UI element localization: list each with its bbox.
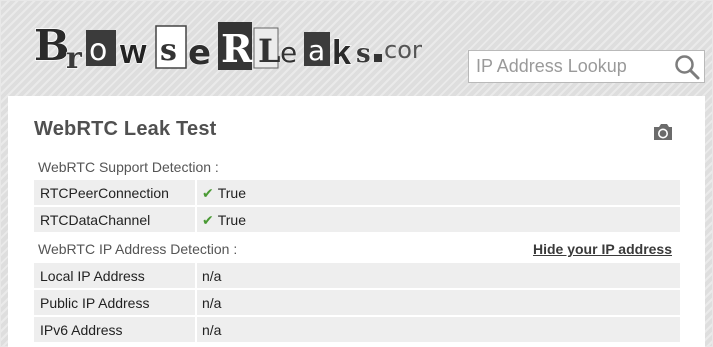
row-divider (195, 290, 197, 315)
table-row: Local IP Address n/a (34, 263, 680, 288)
hide-ip-link[interactable]: Hide your IP address (533, 241, 672, 257)
ip-section-label: WebRTC IP Address Detection : (38, 241, 238, 257)
search-icon[interactable] (674, 54, 700, 80)
check-icon: ✔ (202, 212, 214, 228)
row-value: n/a (202, 295, 222, 311)
check-icon: ✔ (202, 185, 214, 201)
ip-lookup-search (468, 50, 705, 83)
page-title: WebRTC Leak Test (34, 118, 217, 140)
row-divider (195, 180, 197, 205)
camera-icon[interactable] (652, 122, 674, 142)
svg-text:r: r (66, 41, 83, 76)
table-row: Public IP Address n/a (34, 290, 680, 315)
row-divider (195, 263, 197, 288)
row-divider (195, 207, 197, 232)
row-value: ✔ True (202, 212, 246, 229)
row-value-text: True (217, 185, 247, 201)
svg-text:L: L (258, 32, 281, 70)
row-key: Local IP Address (40, 268, 145, 284)
row-key: RTCDataChannel (40, 212, 151, 228)
row-value: n/a (202, 322, 222, 338)
svg-text:w: w (119, 33, 147, 71)
svg-text:com: com (384, 36, 422, 64)
svg-text:s: s (356, 39, 371, 69)
row-key: RTCPeerConnection (40, 185, 169, 201)
row-key: Public IP Address (40, 295, 150, 311)
site-logo-graphic: B r o w s e R L e a k s com (33, 20, 422, 76)
svg-text:k: k (332, 34, 351, 72)
svg-text:B: B (34, 21, 70, 70)
table-row: RTCDataChannel ✔ True (34, 207, 680, 232)
svg-text:s: s (160, 33, 177, 68)
row-key: IPv6 Address (40, 322, 123, 338)
table-row: RTCPeerConnection ✔ True (34, 180, 680, 205)
row-value-text: True (217, 212, 247, 228)
svg-text:a: a (308, 34, 325, 67)
svg-text:e: e (188, 33, 211, 73)
svg-text:e: e (280, 36, 297, 69)
page: B r o w s e R L e a k s com (0, 0, 713, 347)
site-logo[interactable]: B r o w s e R L e a k s com (32, 8, 422, 80)
main-panel: WebRTC Leak Test WebRTC Support Detectio… (8, 96, 705, 347)
table-row: IPv6 Address n/a (34, 317, 680, 342)
row-value: ✔ True (202, 185, 246, 202)
svg-text:o: o (89, 33, 107, 68)
svg-text:R: R (221, 26, 253, 71)
row-value: n/a (202, 268, 222, 284)
support-section-label: WebRTC Support Detection : (38, 159, 219, 175)
ip-lookup-input[interactable] (469, 51, 676, 82)
row-divider (195, 317, 197, 342)
